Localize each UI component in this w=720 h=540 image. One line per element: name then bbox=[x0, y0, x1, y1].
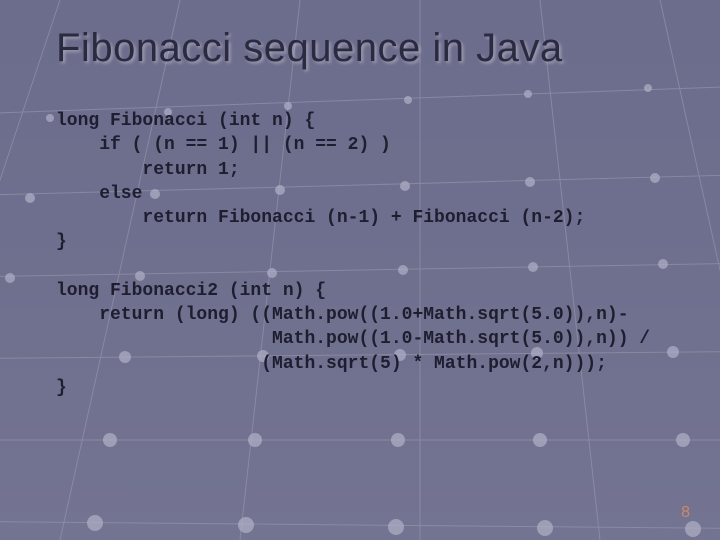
page-number: 8 bbox=[681, 504, 690, 522]
code-block-closed-form: long Fibonacci2 (int n) { return (long) … bbox=[56, 279, 680, 400]
slide-content: Fibonacci sequence in Java long Fibonacc… bbox=[0, 0, 720, 540]
slide-title: Fibonacci sequence in Java bbox=[56, 26, 680, 71]
code-block-recursive: long Fibonacci (int n) { if ( (n == 1) |… bbox=[56, 109, 680, 255]
